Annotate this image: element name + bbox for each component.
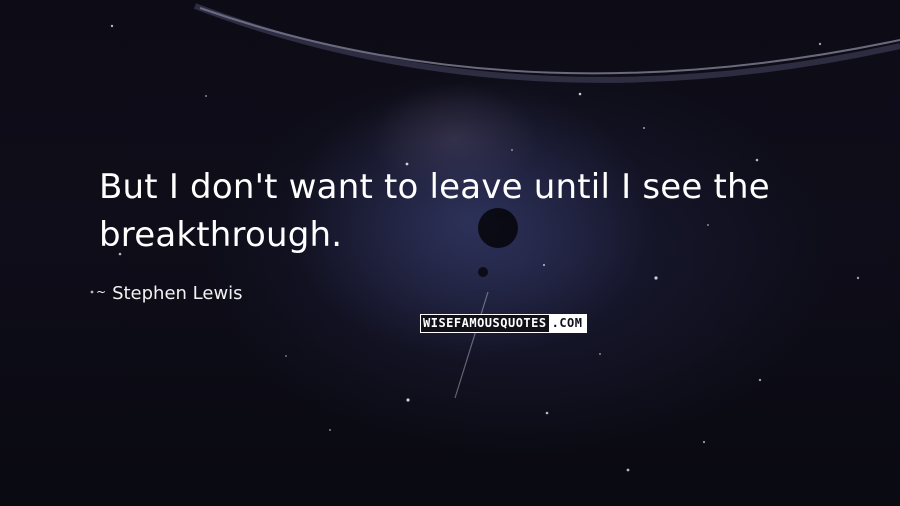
author-line: ~ Stephen Lewis bbox=[96, 282, 243, 307]
star bbox=[599, 353, 601, 355]
star bbox=[285, 355, 287, 357]
watermark-tld: .COM bbox=[548, 315, 586, 332]
tilde-mark: ~ bbox=[96, 285, 107, 299]
author-name: Stephen Lewis bbox=[112, 283, 243, 304]
star bbox=[755, 158, 759, 162]
star bbox=[542, 263, 546, 267]
small-moon bbox=[478, 267, 488, 277]
star bbox=[758, 378, 762, 382]
star bbox=[818, 42, 822, 46]
star bbox=[406, 398, 410, 402]
quote-text: But I don't want to leave until I see th… bbox=[99, 167, 770, 255]
shooting-star bbox=[454, 291, 489, 399]
star bbox=[329, 429, 331, 431]
star bbox=[578, 92, 582, 96]
star bbox=[654, 276, 658, 280]
watermark-name: WISEFAMOUSQUOTES bbox=[421, 315, 549, 332]
planet-arc-glow bbox=[193, 3, 900, 83]
star bbox=[90, 290, 94, 294]
star bbox=[205, 95, 207, 97]
star bbox=[511, 149, 513, 151]
quote-card: But I don't want to leave until I see th… bbox=[0, 0, 900, 506]
star bbox=[110, 24, 114, 28]
star bbox=[626, 468, 630, 472]
star bbox=[545, 411, 549, 415]
star bbox=[856, 276, 860, 280]
star bbox=[643, 127, 645, 129]
site-watermark: WISEFAMOUSQUOTES .COM bbox=[420, 314, 587, 333]
star bbox=[702, 440, 706, 444]
